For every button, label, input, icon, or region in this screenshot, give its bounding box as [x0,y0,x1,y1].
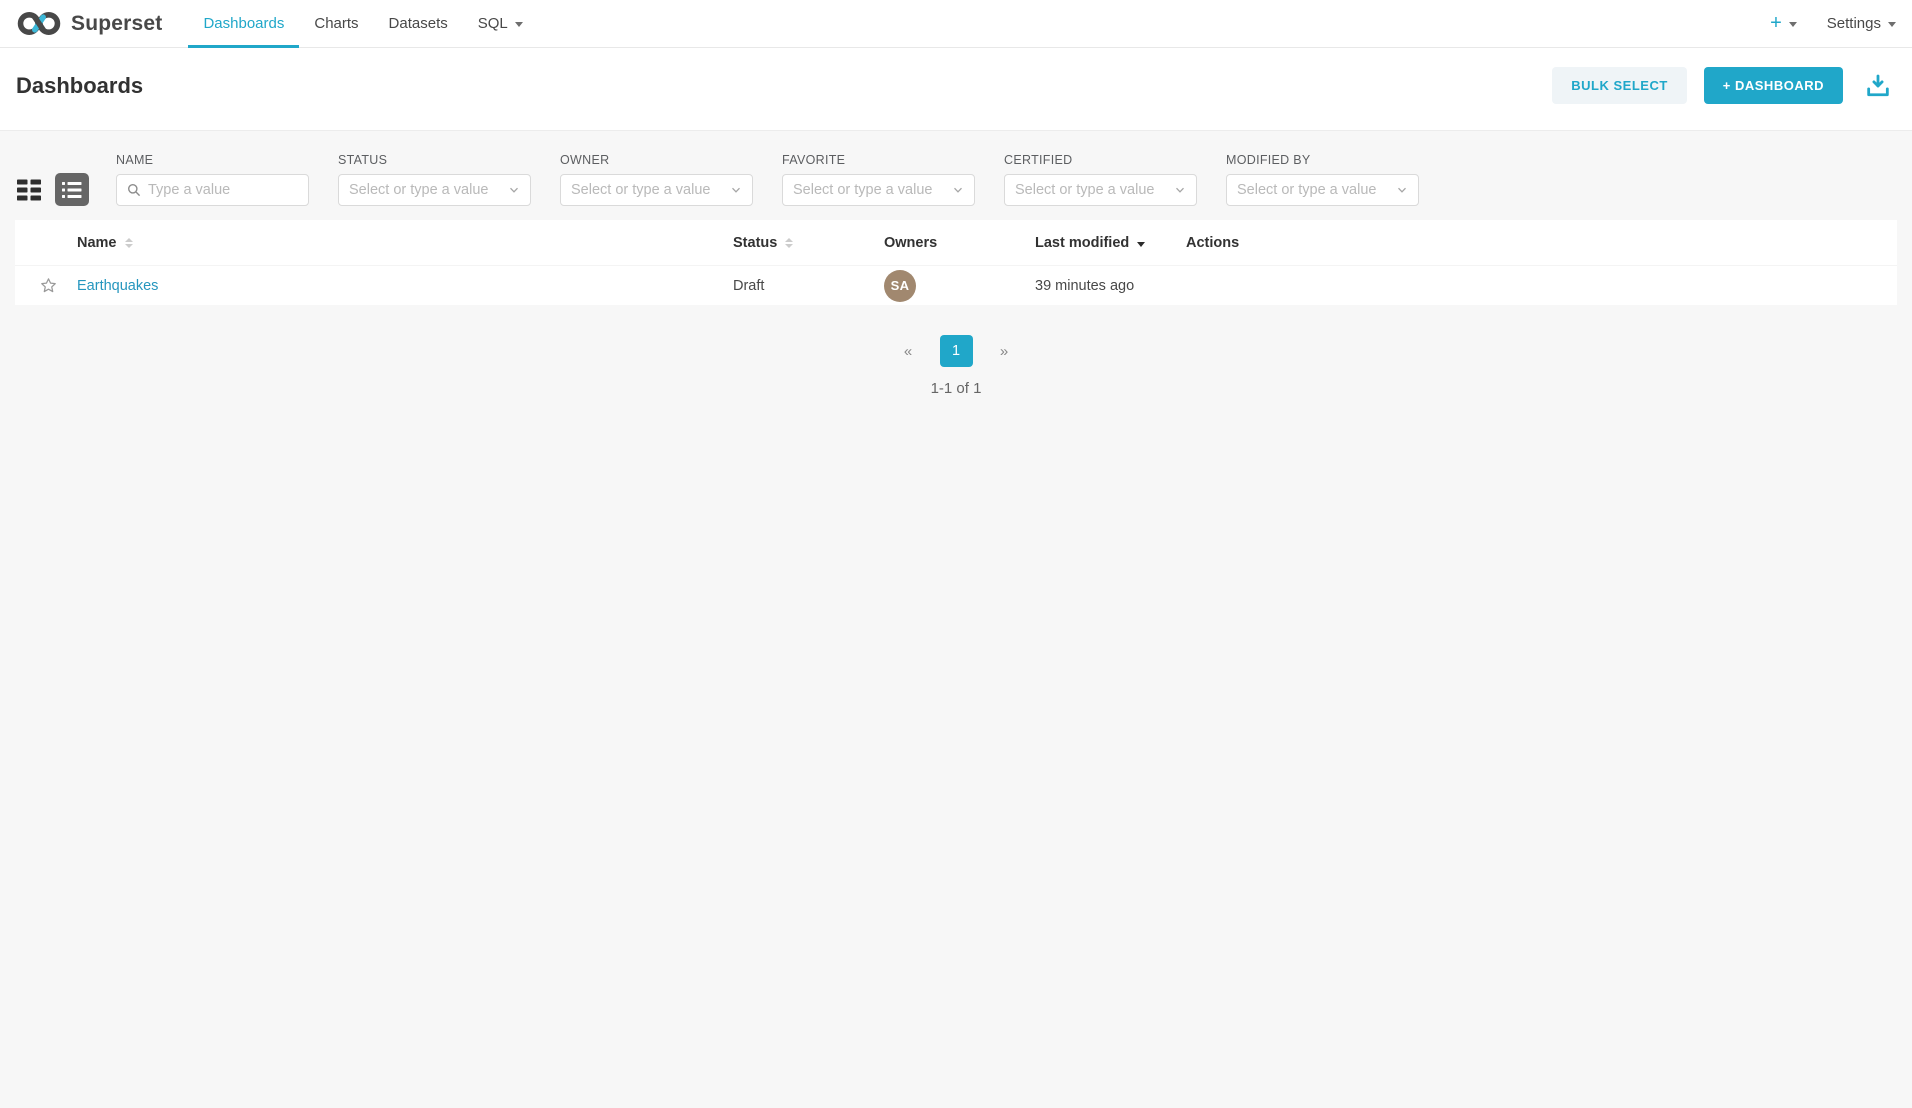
chevron-down-icon [1174,184,1186,196]
chevron-down-icon [1396,184,1408,196]
status-filter: STATUS Select or type a value [338,153,531,206]
owner-filter: OWNER Select or type a value [560,153,753,206]
chevron-down-icon [952,184,964,196]
caret-down-icon [1789,22,1797,27]
sort-icon [125,238,133,248]
pagination-summary: 1-1 of 1 [931,380,982,397]
actions-column-header: Actions [1186,235,1897,251]
nav-right: + Settings [1770,0,1896,47]
name-filter-control [116,174,309,206]
favorite-star-icon[interactable] [39,276,58,295]
search-icon [127,183,141,197]
top-navbar: Superset Dashboards Charts Datasets SQL … [0,0,1912,48]
nav-item-datasets[interactable]: Datasets [374,0,463,47]
table-row: Earthquakes Draft SA 39 minutes ago [15,265,1897,305]
modified-by-filter-label: MODIFIED BY [1226,153,1419,167]
bulk-select-button[interactable]: BULK SELECT [1552,67,1687,104]
owners-column-header: Owners [884,235,1035,251]
modified-by-filter: MODIFIED BY Select or type a value [1226,153,1419,206]
pagination-prev-button[interactable]: « [892,335,925,367]
owner-filter-select[interactable]: Select or type a value [560,174,753,206]
name-filter: NAME [116,153,309,206]
pager: « 1 » [892,335,1021,367]
status-filter-label: STATUS [338,153,531,167]
last-modified-column-header[interactable]: Last modified [1035,235,1186,251]
brand[interactable]: Superset [16,0,162,47]
name-filter-label: NAME [116,153,309,167]
favorite-filter: FAVORITE Select or type a value [782,153,975,206]
list-view-icon [61,180,83,200]
nav-item-dashboards[interactable]: Dashboards [188,0,299,47]
download-icon [1864,72,1892,100]
list-view-toggle[interactable] [55,173,89,206]
modified-by-filter-select[interactable]: Select or type a value [1226,174,1419,206]
add-dashboard-button[interactable]: + DASHBOARD [1704,67,1843,104]
import-dashboards-button[interactable] [1860,72,1896,100]
dashboards-table: Name Status Owners Last modified Actions [15,220,1897,305]
owner-filter-label: OWNER [560,153,753,167]
nav-item-charts[interactable]: Charts [299,0,373,47]
page-title: Dashboards [16,73,143,99]
favorite-filter-select[interactable]: Select or type a value [782,174,975,206]
brand-name: Superset [71,12,162,36]
caret-down-icon [1888,22,1896,27]
name-column-header[interactable]: Name [77,235,733,251]
plus-icon: + [1770,12,1782,35]
chevron-down-icon [730,184,742,196]
title-bar: Dashboards BULK SELECT + DASHBOARD [0,48,1912,131]
certified-filter-label: CERTIFIED [1004,153,1197,167]
certified-filter-select[interactable]: Select or type a value [1004,174,1197,206]
nav-item-sql[interactable]: SQL [463,0,538,47]
status-cell: Draft [733,278,884,294]
settings-menu[interactable]: Settings [1827,15,1896,32]
view-toggles [16,173,89,206]
pagination-page-1-button[interactable]: 1 [940,335,973,367]
dashboard-name-link[interactable]: Earthquakes [77,278,158,294]
sort-icon [785,238,793,248]
chevron-down-icon [508,184,520,196]
name-filter-input[interactable] [148,182,298,198]
favorite-filter-label: FAVORITE [782,153,975,167]
pagination: « 1 » 1-1 of 1 [0,335,1912,397]
grid-view-icon [17,179,41,201]
nav-menu: Dashboards Charts Datasets SQL [188,0,537,47]
certified-filter: CERTIFIED Select or type a value [1004,153,1197,206]
title-actions: BULK SELECT + DASHBOARD [1552,67,1896,104]
pagination-next-button[interactable]: » [988,335,1021,367]
sort-desc-icon [1137,242,1145,247]
filter-bar: NAME STATUS Select or type a value OWNER… [0,131,1912,220]
new-item-menu[interactable]: + [1770,12,1797,35]
table-header-row: Name Status Owners Last modified Actions [15,220,1897,265]
superset-logo-icon [16,10,62,37]
card-view-toggle[interactable] [16,173,42,206]
status-column-header[interactable]: Status [733,235,884,251]
caret-down-icon [515,22,523,27]
last-modified-cell: 39 minutes ago [1035,278,1186,294]
status-filter-select[interactable]: Select or type a value [338,174,531,206]
owner-avatar[interactable]: SA [884,270,916,302]
